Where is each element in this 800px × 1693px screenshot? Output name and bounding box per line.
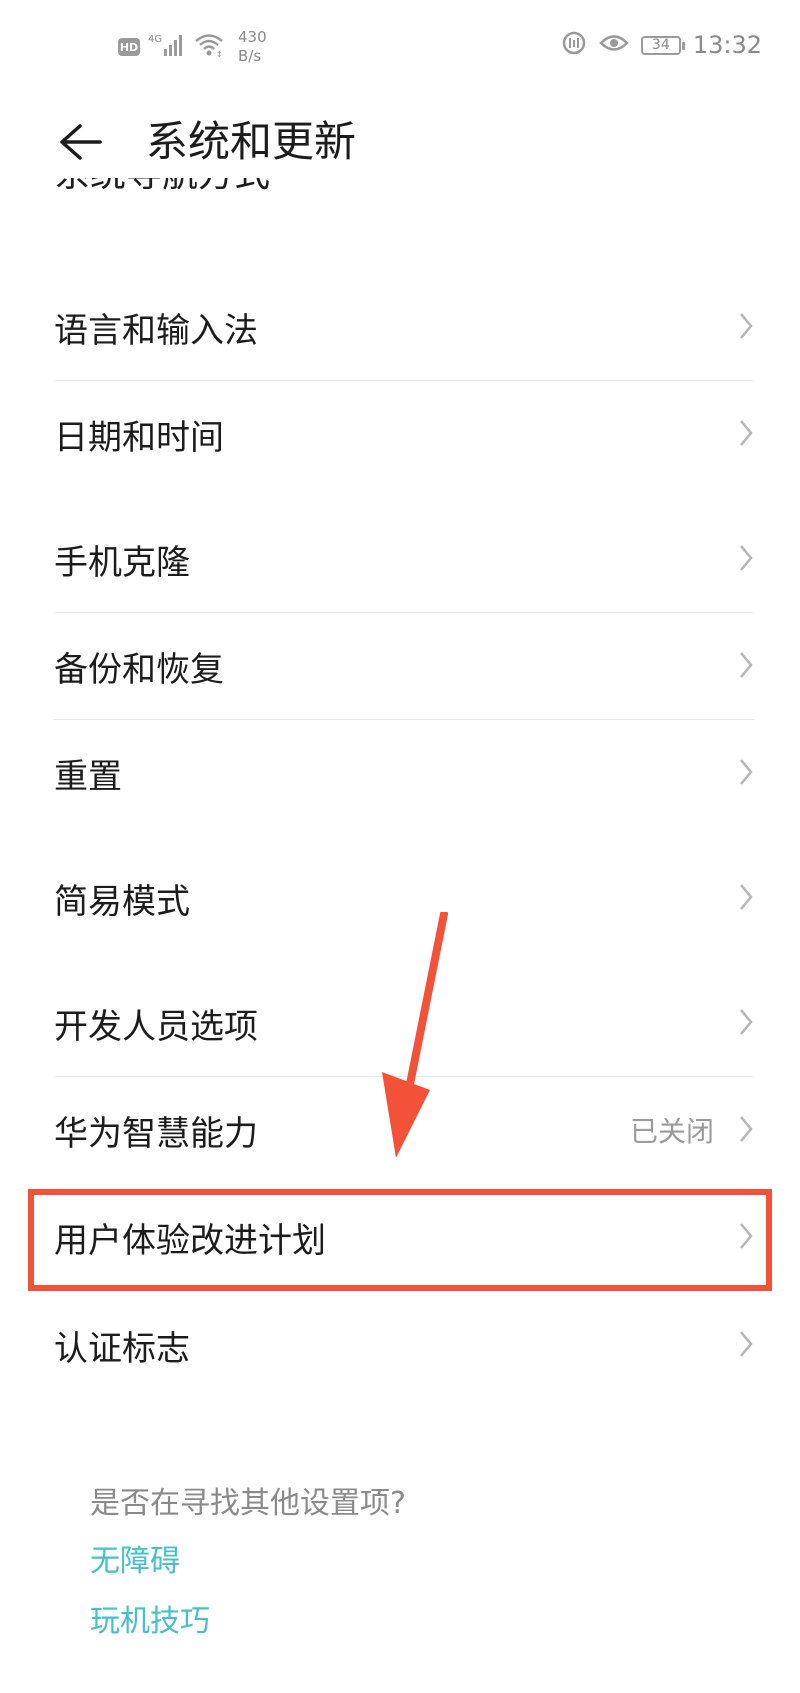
network-speed: 430 B/s xyxy=(238,28,267,66)
svg-text:↕: ↕ xyxy=(216,50,223,58)
highlight-box xyxy=(28,1189,772,1291)
back-arrow-icon xyxy=(60,124,102,160)
footer-question: 是否在寻找其他设置项? xyxy=(90,1486,406,1521)
chevron-right-icon xyxy=(738,1114,754,1148)
list-item-label: 华为智慧能力 xyxy=(54,1113,258,1154)
status-bar: HD 4G ↕ 430 B/s 34 13:32 xyxy=(0,0,800,92)
eye-comfort-icon xyxy=(599,32,629,58)
list-item-backup-restore[interactable]: 备份和恢复 xyxy=(54,613,754,719)
chevron-right-icon xyxy=(738,418,754,452)
list-item-language-input[interactable]: 语言和输入法 xyxy=(54,274,754,380)
nfc-icon xyxy=(561,30,587,60)
list-item-label: 系统导航方式 xyxy=(54,178,270,200)
clock: 13:32 xyxy=(692,31,762,59)
list-item-certification[interactable]: 认证标志 xyxy=(54,1292,754,1398)
list-item-label: 认证标志 xyxy=(54,1328,190,1369)
list-item-phone-clone[interactable]: 手机克隆 xyxy=(54,506,754,612)
list-item-label: 备份和恢复 xyxy=(54,649,224,690)
chevron-right-icon xyxy=(738,882,754,916)
chevron-right-icon xyxy=(738,311,754,345)
list-item-date-time[interactable]: 日期和时间 xyxy=(54,381,754,487)
list-item-label: 手机克隆 xyxy=(54,542,190,583)
annotation-arrow-icon xyxy=(382,912,448,1158)
chevron-right-icon xyxy=(738,1007,754,1041)
hd-icon: HD xyxy=(118,38,140,56)
page-title: 系统和更新 xyxy=(146,117,357,166)
app-header: 系统和更新 xyxy=(0,92,800,192)
wifi-icon: ↕ xyxy=(194,32,226,62)
chevron-right-icon xyxy=(738,650,754,684)
network-speed-unit: B/s xyxy=(238,47,262,65)
signal-icon: 4G xyxy=(148,32,186,62)
link-tips[interactable]: 玩机技巧 xyxy=(90,1596,210,1640)
list-item-reset[interactable]: 重置 xyxy=(54,720,754,826)
list-item-label: 开发人员选项 xyxy=(54,1006,258,1047)
status-value: 已关闭 xyxy=(629,1115,714,1148)
list-item-system-navigation[interactable]: 系统导航方式 xyxy=(54,178,754,214)
chevron-right-icon xyxy=(738,757,754,791)
status-left: HD 4G ↕ 430 B/s xyxy=(118,28,267,66)
battery-icon: 34 xyxy=(640,35,685,55)
chevron-right-icon xyxy=(738,1329,754,1363)
chevron-right-icon xyxy=(738,178,754,184)
list-item-label: 日期和时间 xyxy=(54,417,224,458)
chevron-right-icon xyxy=(738,543,754,577)
battery-level: 34 xyxy=(651,37,670,53)
network-type-label: 4G xyxy=(148,34,162,45)
list-item-label: 简易模式 xyxy=(54,881,190,922)
list-item-label: 语言和输入法 xyxy=(54,310,258,351)
link-accessibility[interactable]: 无障碍 xyxy=(90,1536,180,1580)
list-item-label: 重置 xyxy=(54,756,122,797)
back-button[interactable] xyxy=(52,114,108,170)
status-right: 34 13:32 xyxy=(561,30,762,60)
network-speed-value: 430 xyxy=(238,28,267,46)
